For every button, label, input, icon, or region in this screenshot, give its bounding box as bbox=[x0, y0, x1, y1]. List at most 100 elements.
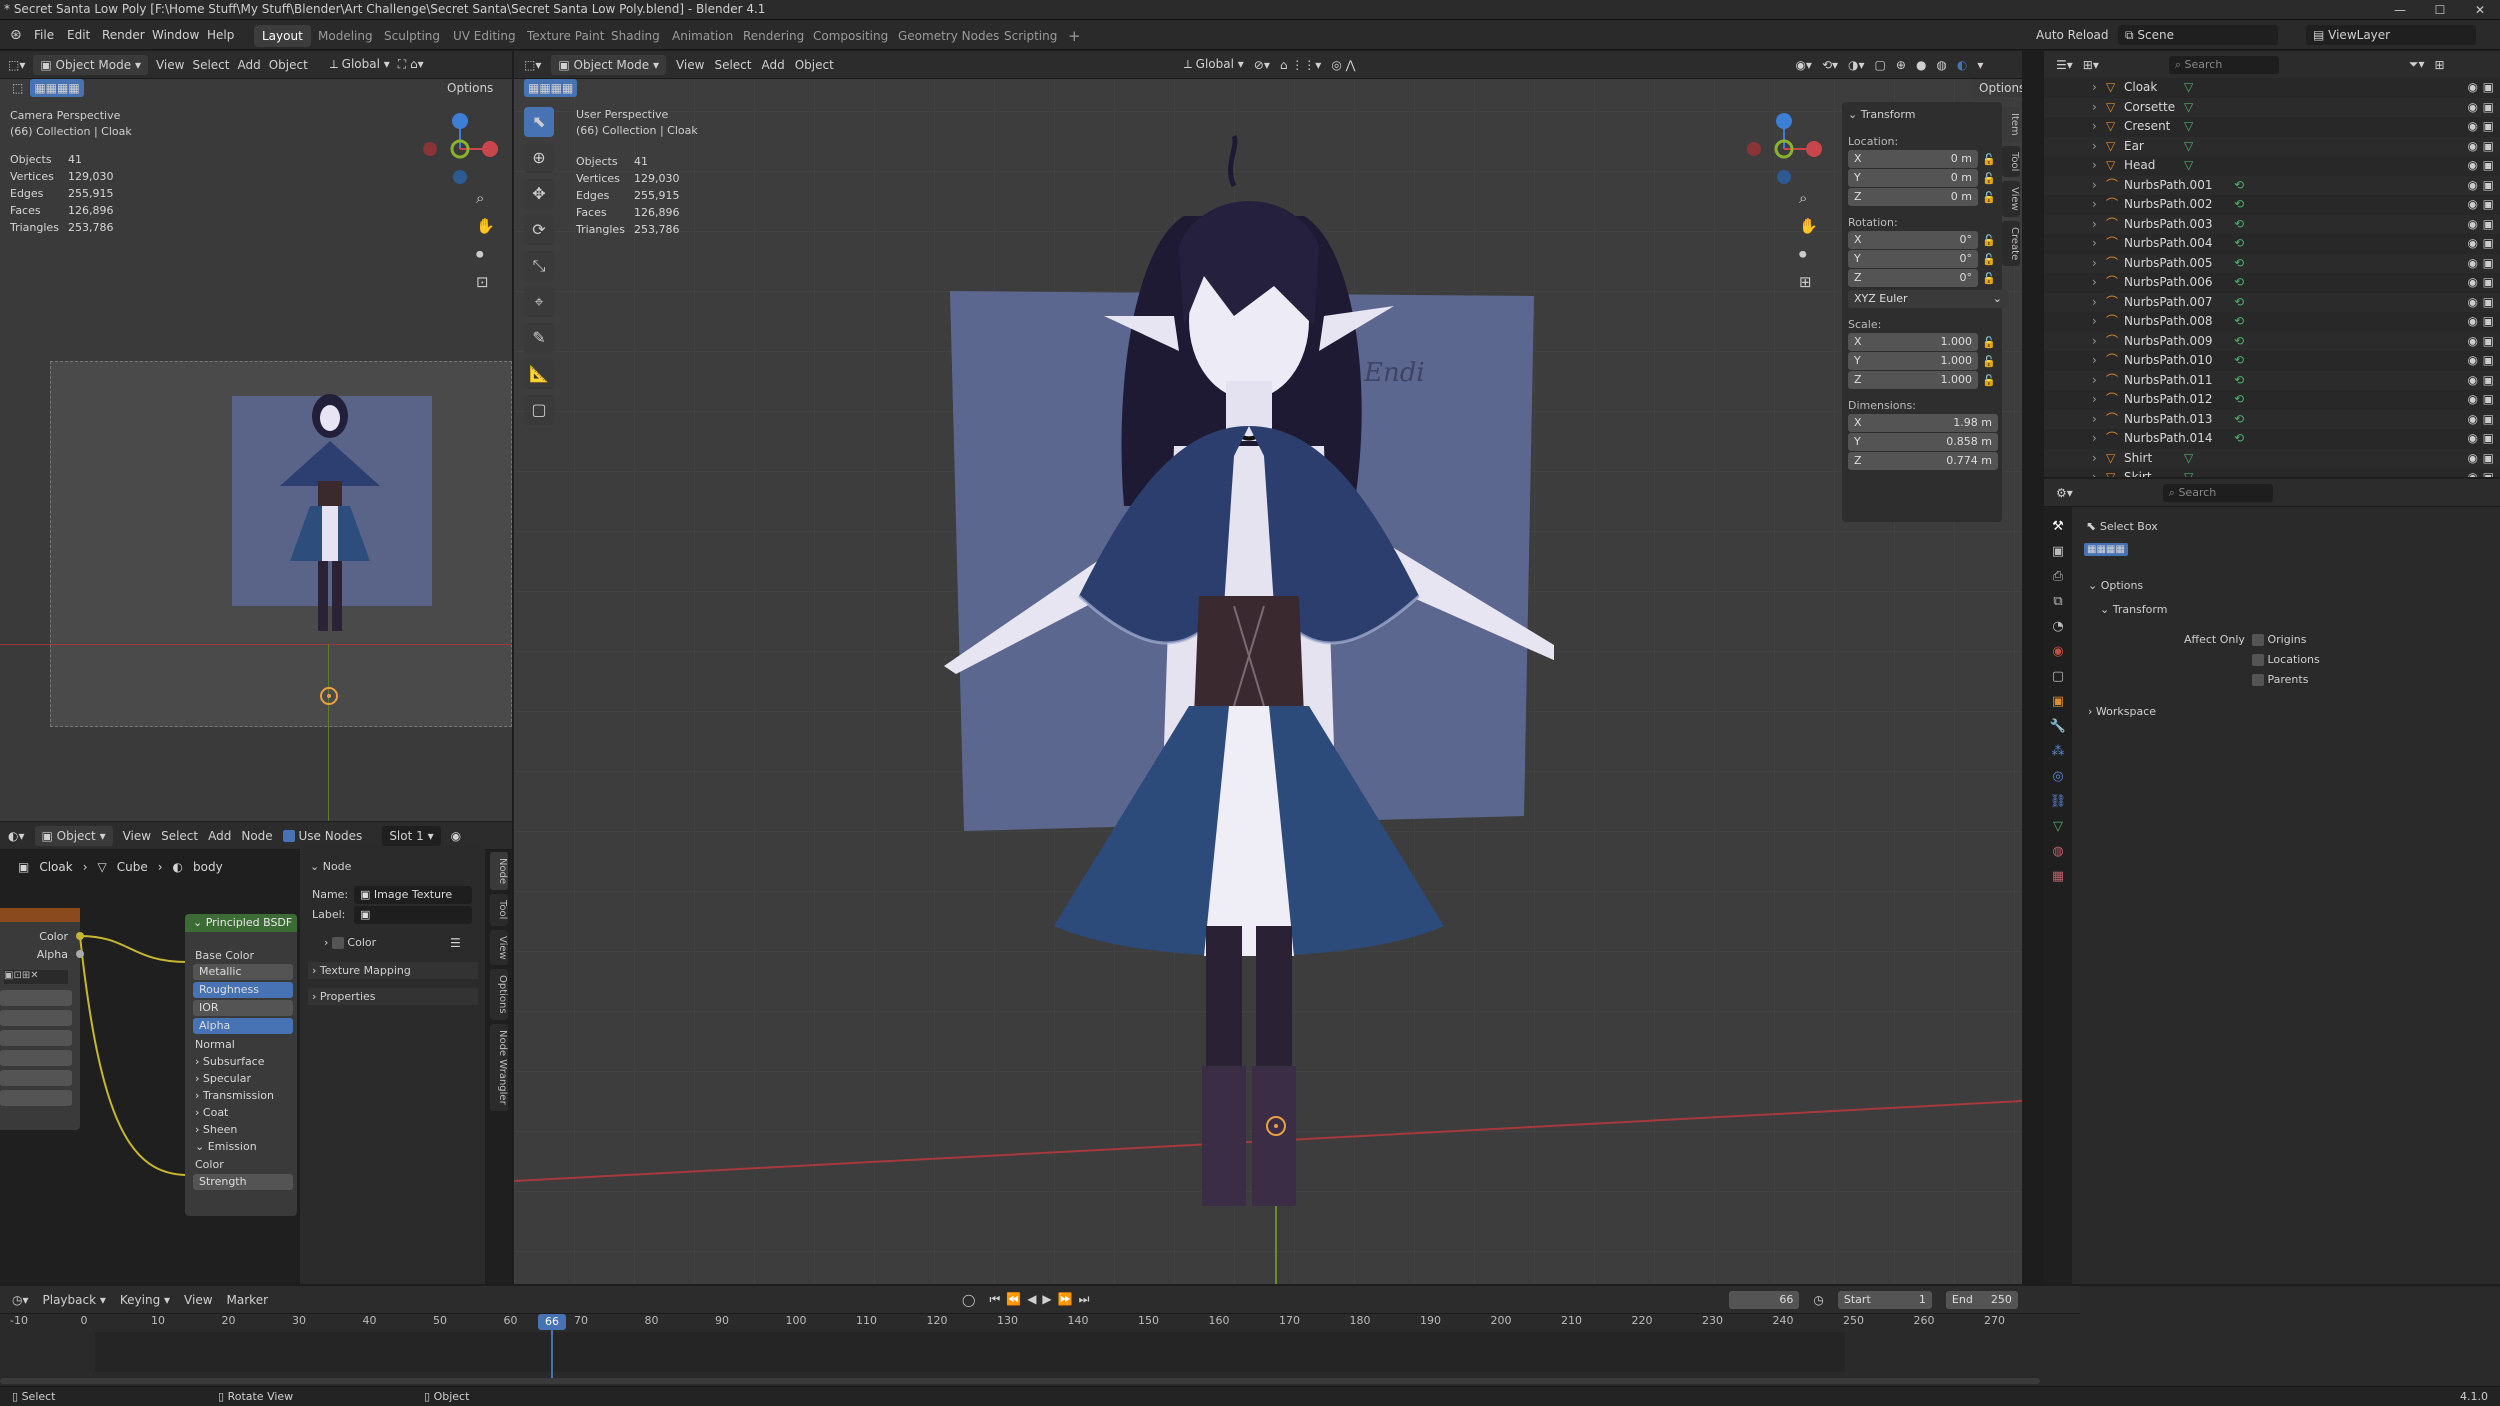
tab-node[interactable]: Node bbox=[490, 852, 508, 891]
visibility-eye-icon[interactable]: ◉ bbox=[2468, 410, 2478, 430]
scale-y-field[interactable]: Y 1.000 bbox=[1848, 352, 1978, 370]
menu-add[interactable]: Add bbox=[237, 58, 260, 72]
principled-bsdf-node[interactable]: ⌄ Principled BSDF Base Color Metallic Ro… bbox=[185, 914, 297, 1216]
socket-roughness[interactable]: Roughness bbox=[193, 982, 293, 998]
lock-icon[interactable]: 🔓 bbox=[1982, 253, 1996, 266]
lock-icon[interactable]: 🔓 bbox=[1982, 272, 1996, 285]
breadcrumb-item[interactable]: Cube bbox=[117, 860, 148, 874]
render-camera-icon[interactable]: ▣ bbox=[2483, 429, 2494, 449]
render-camera-icon[interactable]: ▣ bbox=[2483, 117, 2494, 137]
properties-search-input[interactable]: ⌕ Search bbox=[2162, 483, 2273, 502]
playback-controls[interactable]: ⏮⏪◀▶⏩⏭ bbox=[989, 1292, 1095, 1307]
expand-arrow-icon[interactable]: › bbox=[2092, 332, 2106, 352]
expand-arrow-icon[interactable]: › bbox=[2092, 449, 2106, 469]
editor-type-icon[interactable]: ☰▾ bbox=[2056, 58, 2073, 72]
tab-shading[interactable]: Shading bbox=[603, 25, 668, 47]
visibility-eye-icon[interactable]: ◉ bbox=[2468, 449, 2478, 469]
constraints-tab-icon[interactable]: ⛓ bbox=[2050, 794, 2067, 809]
dimension-x-field[interactable]: X 1.98 m bbox=[1848, 414, 1998, 432]
expand-arrow-icon[interactable]: › bbox=[2092, 117, 2106, 137]
expand-arrow-icon[interactable]: › bbox=[2092, 468, 2106, 477]
render-camera-icon[interactable]: ▣ bbox=[2483, 293, 2494, 313]
scale-z-field[interactable]: Z 1.000 bbox=[1848, 371, 1978, 389]
menu-help[interactable]: Help bbox=[207, 20, 234, 50]
expand-arrow-icon[interactable]: › bbox=[2092, 390, 2106, 410]
render-camera-icon[interactable]: ▣ bbox=[2483, 468, 2494, 477]
list-icon[interactable]: ☰ bbox=[450, 936, 461, 950]
keyframe-area[interactable] bbox=[95, 1332, 1845, 1372]
menu-marker[interactable]: Marker bbox=[227, 1293, 268, 1307]
orientation-selector[interactable]: ⟂ Global ▾ bbox=[330, 57, 390, 72]
visibility-eye-icon[interactable]: ◉ bbox=[2468, 98, 2478, 118]
menu-select[interactable]: Select bbox=[192, 58, 229, 72]
color-panel[interactable]: › Color bbox=[324, 936, 376, 949]
node-label-field[interactable]: ▣ bbox=[354, 906, 472, 924]
outliner-item[interactable]: › ▽ Skirt ▽ ◉ ▣ bbox=[2044, 468, 2500, 477]
render-camera-icon[interactable]: ▣ bbox=[2483, 137, 2494, 157]
menu-keying[interactable]: Keying ▾ bbox=[120, 1293, 170, 1307]
minimize-button[interactable]: — bbox=[2380, 0, 2420, 20]
menu-view[interactable]: View bbox=[184, 1293, 212, 1307]
outliner-item[interactable]: › ▽ Cresent ▽ ◉ ▣ bbox=[2044, 117, 2500, 137]
tab-tool[interactable]: Tool bbox=[490, 894, 508, 926]
tab-node-wrangler[interactable]: Node Wrangler bbox=[490, 1023, 508, 1111]
lock-icon[interactable]: 🔓 bbox=[1982, 153, 1996, 166]
origins-checkbox[interactable]: Origins bbox=[2252, 633, 2306, 646]
visibility-eye-icon[interactable]: ◉ bbox=[2468, 390, 2478, 410]
menu-file[interactable]: File bbox=[34, 20, 54, 50]
render-camera-icon[interactable]: ▣ bbox=[2483, 254, 2494, 274]
camera-viewport[interactable]: ⬚▾ ▣ Object Mode ▾ View Select Add Objec… bbox=[0, 51, 512, 821]
render-camera-icon[interactable]: ▣ bbox=[2483, 234, 2494, 254]
maximize-button[interactable]: ☐ bbox=[2420, 0, 2460, 20]
breadcrumb-item[interactable]: Cloak bbox=[39, 860, 72, 874]
particles-tab-icon[interactable]: ⁂ bbox=[2052, 744, 2065, 759]
visibility-eye-icon[interactable]: ◉ bbox=[2468, 351, 2478, 371]
end-frame-field[interactable]: End 250 bbox=[1945, 1290, 2018, 1309]
editor-type-icon[interactable]: ⚙▾ bbox=[2056, 486, 2073, 500]
select-mode-buttons[interactable]: ▦▦▦▦ bbox=[2084, 543, 2128, 556]
rotation-z-field[interactable]: Z 0° bbox=[1848, 269, 1978, 287]
outliner-search-input[interactable]: ⌕ Search bbox=[2168, 55, 2279, 74]
visibility-eye-icon[interactable]: ◉ bbox=[2468, 312, 2478, 332]
pan-hand-icon[interactable]: ✋ bbox=[1799, 217, 1818, 235]
image-settings-fields[interactable] bbox=[0, 990, 72, 1110]
lock-icon[interactable]: 🔓 bbox=[1982, 374, 1996, 387]
visibility-eye-icon[interactable]: ◉ bbox=[2468, 254, 2478, 274]
visibility-eye-icon[interactable]: ◉ bbox=[2468, 195, 2478, 215]
autokey-icon[interactable]: ◯ bbox=[962, 1293, 975, 1307]
transform-subpanel[interactable]: ⌄ Transform bbox=[2100, 603, 2167, 616]
expand-arrow-icon[interactable]: › bbox=[2092, 371, 2106, 391]
menu-view[interactable]: View bbox=[123, 829, 151, 843]
render-tab-icon[interactable]: ▣ bbox=[2052, 544, 2064, 559]
render-camera-icon[interactable]: ▣ bbox=[2483, 312, 2494, 332]
texture-mapping-panel[interactable]: › Texture Mapping bbox=[308, 962, 478, 979]
outliner-item[interactable]: › ⌒ NurbsPath.007 ⟲ ◉ ▣ bbox=[2044, 292, 2500, 313]
expand-arrow-icon[interactable]: › bbox=[2092, 195, 2106, 215]
expand-arrow-icon[interactable]: › bbox=[2092, 293, 2106, 313]
socket-emission-strength[interactable]: Strength bbox=[193, 1174, 293, 1190]
filter-icon[interactable]: ⏷▾ bbox=[2409, 57, 2425, 72]
expand-arrow-icon[interactable]: › bbox=[2092, 312, 2106, 332]
location-y-field[interactable]: Y 0 m bbox=[1848, 169, 1978, 187]
modifier-tab-icon[interactable]: 🔧 bbox=[2050, 719, 2066, 734]
visibility-eye-icon[interactable]: ◉ bbox=[2468, 273, 2478, 293]
outliner-item[interactable]: › ⌒ NurbsPath.012 ⟲ ◉ ▣ bbox=[2044, 390, 2500, 410]
pan-hand-icon[interactable]: ✋ bbox=[476, 217, 495, 235]
scene-selector[interactable]: ⧉ Scene bbox=[2118, 25, 2278, 45]
panel-specular[interactable]: › Specular bbox=[195, 1072, 251, 1085]
zoom-icon[interactable]: ⌕ bbox=[476, 189, 495, 207]
preview-range-icon[interactable]: ◷ bbox=[1813, 1293, 1823, 1307]
expand-arrow-icon[interactable]: › bbox=[2092, 273, 2106, 293]
outliner-item[interactable]: › ⌒ NurbsPath.004 ⟲ ◉ ▣ bbox=[2044, 234, 2500, 254]
expand-arrow-icon[interactable]: › bbox=[2092, 98, 2106, 118]
panel-transmission[interactable]: › Transmission bbox=[195, 1089, 274, 1102]
image-browse-icons[interactable]: ▣⊡⊞✕ bbox=[4, 970, 68, 984]
material-tab-icon[interactable]: ◍ bbox=[2052, 844, 2063, 859]
mode-selector[interactable]: ▣ Object Mode ▾ bbox=[33, 54, 148, 75]
render-camera-icon[interactable]: ▣ bbox=[2483, 78, 2494, 98]
navigation-gizmo[interactable] bbox=[410, 107, 510, 191]
auto-reload-label[interactable]: Auto Reload bbox=[2036, 20, 2109, 50]
outliner-item[interactable]: › ▽ Corsette ▽ ◉ ▣ bbox=[2044, 97, 2500, 118]
menu-playback[interactable]: Playback ▾ bbox=[43, 1293, 106, 1307]
menu-add[interactable]: Add bbox=[208, 829, 231, 843]
